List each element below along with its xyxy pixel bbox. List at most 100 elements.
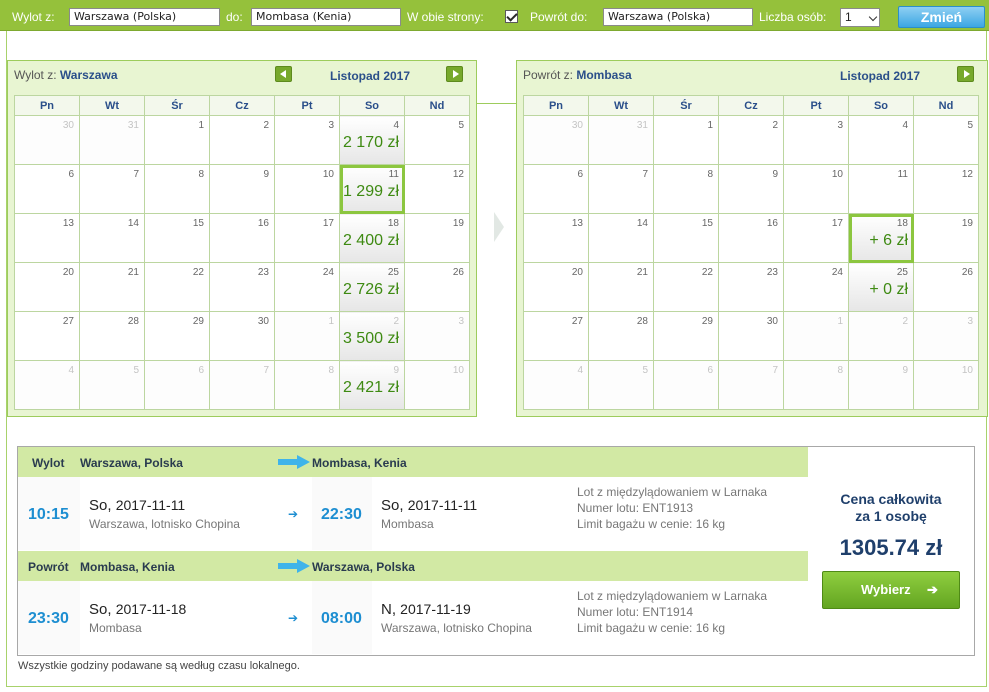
day-number: 12 <box>452 169 464 180</box>
roundtrip-checkbox[interactable] <box>505 10 518 23</box>
calendar-day-price[interactable]: 18 + 6 zł <box>848 213 914 263</box>
from-label: Wylot z: <box>12 10 55 24</box>
calendar-day: 8 <box>144 164 210 214</box>
return-arr-time: 08:00 <box>321 610 362 627</box>
calendar-day: 30 <box>14 115 80 165</box>
day-price: 2 421 zł <box>342 379 399 396</box>
weekday-header: Pn <box>14 95 80 116</box>
arrow-right-icon: ➔ <box>288 611 299 625</box>
calendar-day-price[interactable]: 9 2 421 zł <box>339 360 405 410</box>
day-number: 16 <box>257 218 269 229</box>
calendar-day-price[interactable]: 18 2 400 zł <box>339 213 405 263</box>
calendar-day: 17 <box>274 213 340 263</box>
calendar-day: 6 <box>523 164 589 214</box>
flight-number: Numer lotu: ENT1913 <box>577 501 694 515</box>
prev-month-icon[interactable] <box>275 66 292 82</box>
day-number: 5 <box>642 365 648 376</box>
calendar-day: 4 <box>14 360 80 410</box>
day-number: 30 <box>62 120 74 131</box>
calendar-day-price[interactable]: 25 + 0 zł <box>848 262 914 312</box>
timezone-note: Wszystkie godziny podawane są według cza… <box>18 660 300 672</box>
to-label: do: <box>226 10 243 24</box>
next-month-icon[interactable] <box>446 66 463 82</box>
return-field[interactable]: Warszawa (Polska) <box>603 8 753 26</box>
calendar-day: 19 <box>404 213 470 263</box>
flight-summary: Wylot Warszawa, Polska Mombasa, Kenia 10… <box>17 446 975 656</box>
day-number: 24 <box>831 267 843 278</box>
day-number: 31 <box>636 120 648 131</box>
weekday-header: Wt <box>588 95 654 116</box>
total-price: 1305.74 zł <box>839 535 943 560</box>
calendar-day: 9 <box>718 164 784 214</box>
day-number: 8 <box>198 169 204 180</box>
calendar-day: 20 <box>14 262 80 312</box>
day-price: 1 299 zł <box>342 183 399 200</box>
calendar-day: 1 <box>653 115 719 165</box>
day-number: 22 <box>192 267 204 278</box>
to-field[interactable]: Mombasa (Kenia) <box>251 8 401 26</box>
return-details: 23:30 So, 2017-11-18 Mombasa ➔ 08:00 N, … <box>18 581 808 654</box>
calendar-day: 2 <box>209 115 275 165</box>
calendar-day: 29 <box>653 311 719 361</box>
outbound-to: Mombasa, Kenia <box>312 456 407 470</box>
calendar-day-price[interactable]: 2 3 500 zł <box>339 311 405 361</box>
change-button[interactable]: Zmień <box>898 6 985 28</box>
weekday-header: Pn <box>523 95 589 116</box>
arrow-right-icon <box>278 455 310 469</box>
calendar-week: 13 14 15 16 17 18 2 400 zł 19 <box>14 213 470 263</box>
calendar-day: 19 <box>913 213 979 263</box>
calendar-day: 7 <box>79 164 145 214</box>
day-number: 6 <box>707 365 713 376</box>
choose-button-label: Wybierz <box>861 582 911 597</box>
return-dep-place: Mombasa <box>89 621 142 635</box>
calendar-day: 23 <box>209 262 275 312</box>
day-number: 30 <box>571 120 583 131</box>
next-month-icon[interactable] <box>957 66 974 82</box>
return-arr-place: Warszawa, lotnisko Chopina <box>381 621 532 635</box>
calendar-day-price[interactable]: 11 1 299 zł <box>339 164 405 214</box>
day-number: 2 <box>902 316 908 327</box>
day-number: 21 <box>127 267 139 278</box>
calendar-day: 15 <box>653 213 719 263</box>
calendar-week: 27 28 29 30 1 2 3 500 zł 3 <box>14 311 470 361</box>
return-calendar: Powrót z: Mombasa Listopad 2017 Pn Wt Śr Cz… <box>516 60 988 417</box>
day-number: 8 <box>328 365 334 376</box>
calendar-day: 30 <box>523 115 589 165</box>
weekday-header: So <box>848 95 914 116</box>
calendar-day: 8 <box>653 164 719 214</box>
day-number: 9 <box>902 365 908 376</box>
day-number: 20 <box>571 267 583 278</box>
baggage-limit: Limit bagażu w cenie: 16 kg <box>577 517 726 531</box>
day-number: 20 <box>62 267 74 278</box>
calendar-day: 2 <box>848 311 914 361</box>
day-number: 7 <box>133 169 139 180</box>
day-number: 27 <box>62 316 74 327</box>
flight-number: Numer lotu: ENT1914 <box>577 605 694 619</box>
calendar-month: Listopad 2017 <box>840 69 921 83</box>
calendar-day: 30 <box>718 311 784 361</box>
choose-button[interactable]: Wybierz ➔ <box>822 571 960 609</box>
day-number: 5 <box>967 120 973 131</box>
chevron-down-icon <box>868 12 878 22</box>
total-label: Cena całkowita za 1 osobę <box>840 491 942 524</box>
calendar-day: 31 <box>588 115 654 165</box>
calendar-week: 4 5 6 7 8 9 10 <box>523 360 979 410</box>
calendar-day: 9 <box>209 164 275 214</box>
day-number: 15 <box>701 218 713 229</box>
day-number: 11 <box>897 169 908 180</box>
calendar-header: Wylot z: Warszawa Listopad 2017 <box>8 61 476 91</box>
day-number: 26 <box>452 267 464 278</box>
day-number: 3 <box>458 316 464 327</box>
calendar-day: 28 <box>79 311 145 361</box>
calendar-day: 7 <box>718 360 784 410</box>
from-field[interactable]: Warszawa (Polska) <box>69 8 220 26</box>
persons-select[interactable]: 1 <box>840 8 880 27</box>
search-bar: Wylot z: Warszawa (Polska) do: Mombasa (… <box>0 0 989 31</box>
return-label: Powrót <box>28 560 69 574</box>
calendar-day-price[interactable]: 4 2 170 zł <box>339 115 405 165</box>
calendar-day: 20 <box>523 262 589 312</box>
day-number: 8 <box>707 169 713 180</box>
day-number: 2 <box>393 316 399 327</box>
calendar-day: 5 <box>404 115 470 165</box>
calendar-day-price[interactable]: 25 2 726 zł <box>339 262 405 312</box>
